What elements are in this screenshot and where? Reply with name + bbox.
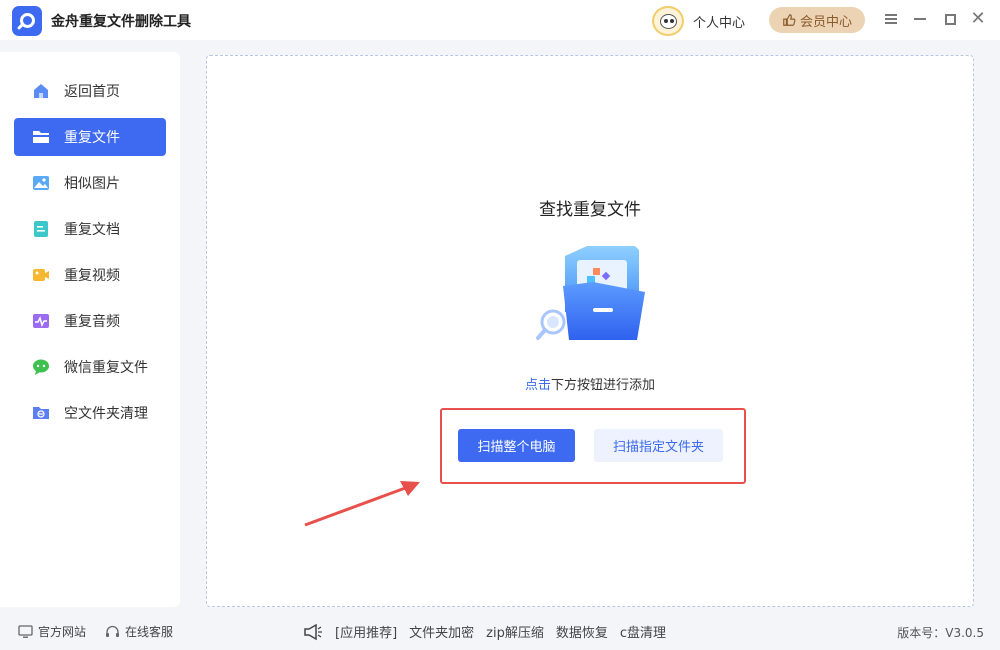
sidebar-item-home[interactable]: 返回首页: [14, 72, 166, 110]
hint-rest-text: 下方按钮进行添加: [551, 378, 656, 393]
sidebar-item-empty-folder-cleanup[interactable]: 空文件夹清理: [14, 394, 166, 432]
empty-folder-icon: [33, 407, 49, 419]
minimize-icon[interactable]: [911, 10, 929, 28]
image-icon: [33, 176, 49, 190]
sidebar-item-similar-images[interactable]: 相似图片: [14, 164, 166, 202]
thumbs-up-icon: [783, 14, 796, 26]
page-title: 查找重复文件: [539, 200, 641, 220]
folder-icon: [33, 131, 49, 143]
official-website-link[interactable]: 官方网站: [18, 623, 86, 640]
c-drive-cleanup-link[interactable]: c盘清理: [620, 622, 666, 641]
app-logo-icon: [12, 6, 42, 36]
menu-icon[interactable]: [882, 10, 900, 28]
version-label: 版本号：V3.0.5: [897, 626, 984, 640]
title-bar: 金舟重复文件删除工具 个人中心 会员中心 ✕: [0, 0, 1000, 40]
sidebar-item-duplicate-videos[interactable]: 重复视频: [14, 256, 166, 294]
zip-extract-link[interactable]: zip解压缩: [486, 622, 544, 641]
monitor-icon: [18, 624, 33, 638]
folder-encrypt-link[interactable]: 文件夹加密: [409, 622, 474, 641]
sidebar-item-duplicate-audio[interactable]: 重复音频: [14, 302, 166, 340]
sidebar-item-wechat-duplicates[interactable]: 微信重复文件: [14, 348, 166, 386]
app-title: 金舟重复文件删除工具: [51, 14, 191, 30]
personal-center-link[interactable]: 个人中心: [693, 12, 745, 31]
megaphone-icon: [304, 623, 322, 640]
data-recovery-link[interactable]: 数据恢复: [556, 622, 608, 641]
home-icon: [34, 84, 48, 98]
footer: 官方网站 在线客服 [应用推荐] 文件夹加密 zip解压缩 数据恢复 c盘清理 …: [0, 612, 1000, 650]
app-recommend-label: [应用推荐]: [335, 626, 398, 641]
folder-search-illustration-icon: [536, 246, 645, 340]
online-support-link[interactable]: 在线客服: [105, 623, 173, 640]
avatar[interactable]: [652, 6, 684, 36]
scan-folder-button[interactable]: 扫描指定文件夹: [594, 429, 723, 462]
document-icon: [34, 221, 48, 237]
vip-center-label: 会员中心: [799, 14, 852, 30]
scan-entire-pc-button[interactable]: 扫描整个电脑: [458, 429, 575, 462]
hint-click-link[interactable]: 点击: [525, 378, 551, 393]
app-recommend-bar: [应用推荐] 文件夹加密 zip解压缩 数据恢复 c盘清理: [303, 622, 666, 641]
red-arrow-annotation: [304, 481, 420, 527]
audio-icon: [33, 314, 49, 328]
video-icon: [33, 269, 49, 281]
headset-icon: [106, 625, 119, 637]
sidebar-item-duplicate-files[interactable]: 重复文件: [14, 118, 166, 156]
hint-text: 点击下方按钮进行添加: [207, 374, 973, 393]
sidebar: 返回首页 重复文件 相似图片 重复文档 重复视频 重复音频 微信重复文件 空文件…: [0, 52, 180, 607]
vip-center-button[interactable]: 会员中心: [769, 7, 865, 33]
close-icon[interactable]: ✕: [969, 10, 987, 28]
wechat-icon: [33, 359, 49, 375]
maximize-icon[interactable]: [941, 10, 959, 28]
sidebar-item-duplicate-documents[interactable]: 重复文档: [14, 210, 166, 248]
